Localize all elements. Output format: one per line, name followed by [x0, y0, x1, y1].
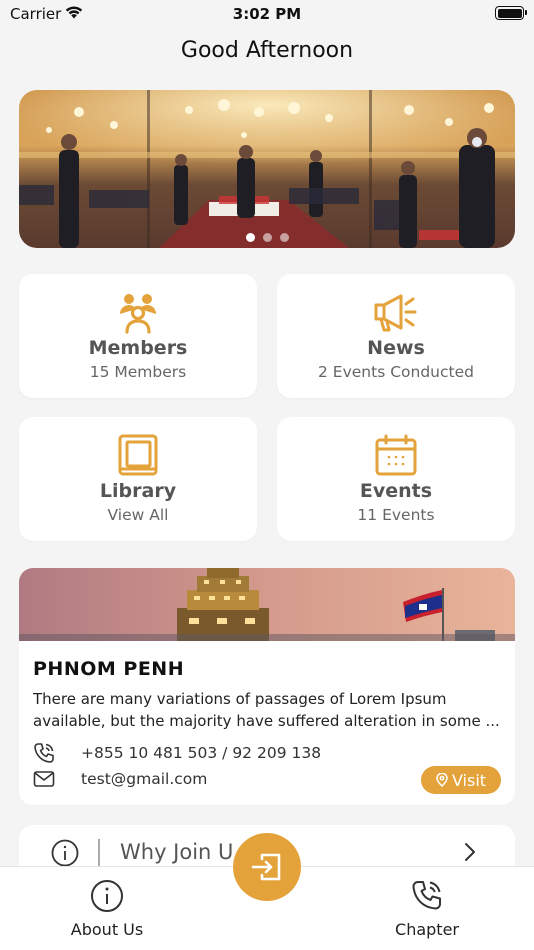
tab-label: Chapter — [395, 920, 459, 939]
chapter-name: PHNOM PENH — [33, 658, 185, 680]
clock: 3:02 PM — [232, 5, 302, 23]
chapter-description: There are many variations of passages of… — [33, 688, 503, 732]
carousel-dot[interactable] — [262, 233, 272, 242]
status-bar: Carrier 3:02 PM — [0, 0, 534, 30]
location-image — [19, 568, 515, 641]
book-icon — [118, 434, 158, 476]
phone-icon — [34, 743, 54, 763]
news-title: News — [367, 337, 425, 359]
visit-label: Visit — [451, 770, 487, 790]
info-icon — [51, 839, 79, 867]
banner-carousel[interactable] — [19, 90, 515, 248]
page-title: Good Afternoon — [180, 38, 354, 63]
visit-button[interactable]: Visit — [421, 766, 501, 794]
tab-label: About Us — [70, 920, 144, 939]
location-pin-icon — [436, 773, 448, 787]
library-title: Library — [99, 480, 177, 502]
news-count: 2 Events Conducted — [318, 363, 474, 381]
members-card[interactable]: Members 15 Members — [19, 274, 257, 398]
tab-about-us[interactable]: About Us — [47, 879, 167, 939]
megaphone-icon — [374, 294, 417, 332]
members-icon — [120, 294, 156, 334]
login-fab-button[interactable] — [233, 833, 301, 901]
carousel-dot[interactable] — [245, 233, 255, 242]
library-card[interactable]: Library View All — [19, 417, 257, 541]
email-address: test@gmail.com — [81, 770, 208, 788]
info-icon — [91, 880, 123, 912]
chapter-location-card[interactable]: PHNOM PENH There are many variations of … — [19, 568, 515, 805]
phone-row[interactable]: +855 10 481 503 / 92 209 138 — [33, 742, 321, 764]
sign-in-icon — [251, 853, 281, 881]
events-count: 11 Events — [357, 506, 435, 524]
chevron-right-icon — [465, 843, 475, 861]
banner-image — [19, 90, 515, 248]
phone-call-icon — [412, 881, 441, 910]
calendar-icon — [375, 434, 417, 476]
email-row[interactable]: test@gmail.com — [33, 768, 207, 790]
events-card[interactable]: Events 11 Events — [277, 417, 515, 541]
carousel-indicator[interactable] — [19, 233, 515, 242]
members-count: 15 Members — [89, 363, 187, 381]
description-line: There are many variations of passages of… — [33, 690, 447, 708]
battery-icon — [495, 6, 527, 20]
library-view-all: View All — [107, 506, 169, 524]
events-title: Events — [359, 480, 433, 502]
tab-chapter[interactable]: Chapter — [367, 879, 487, 939]
phone-number: +855 10 481 503 / 92 209 138 — [81, 744, 322, 762]
mail-icon — [33, 771, 55, 787]
members-title: Members — [88, 337, 188, 359]
carousel-dot[interactable] — [279, 233, 289, 242]
news-card[interactable]: News 2 Events Conducted — [277, 274, 515, 398]
why-join-label: Why Join U — [120, 840, 234, 864]
divider — [98, 839, 100, 867]
description-line: available, but the majority have suffere… — [33, 712, 500, 730]
